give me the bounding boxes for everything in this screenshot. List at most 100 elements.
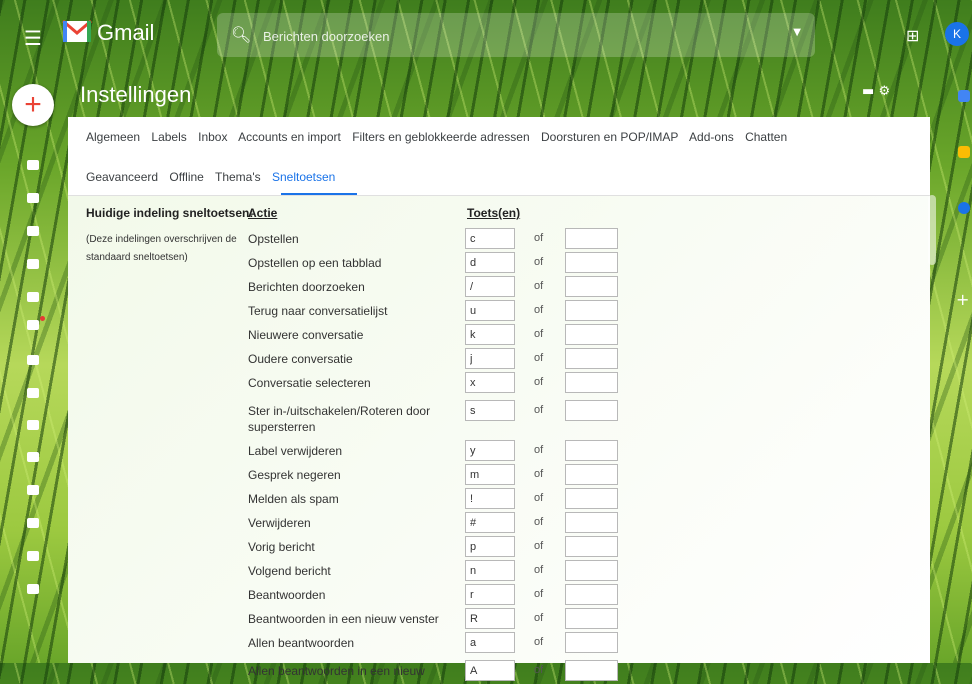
shortcut-alt-key-input[interactable] — [565, 464, 618, 485]
info-icon[interactable] — [27, 420, 39, 430]
search-input[interactable] — [261, 24, 765, 48]
tab-shortcuts[interactable]: Sneltoetsen — [272, 170, 335, 184]
shortcut-alt-key-input[interactable] — [565, 608, 618, 629]
tab-accounts-import[interactable]: Accounts en import — [238, 130, 341, 144]
shortcut-action-label: Opstellen op een tabblad — [248, 256, 382, 270]
shortcut-key-input[interactable] — [465, 632, 515, 653]
shortcut-action-label: Ster in-/uitschakelen/Roteren door super… — [248, 404, 431, 434]
shortcut-action-label: Volgend bericht — [248, 564, 331, 578]
shortcut-action-label: Label verwijderen — [248, 444, 343, 458]
shortcut-key-input[interactable] — [465, 488, 515, 509]
shortcut-key-input[interactable] — [465, 512, 515, 533]
label-icon[interactable] — [27, 355, 39, 365]
or-label: of — [534, 404, 544, 416]
tab-filters[interactable]: Filters en geblokkeerde adressen — [352, 130, 529, 144]
header-actions: ▬ ⚙ — [862, 84, 890, 99]
search-icon[interactable]: 🔍︎ — [231, 25, 251, 44]
star-icon[interactable] — [27, 193, 39, 203]
tab-offline[interactable]: Offline — [169, 170, 203, 184]
label-icon[interactable] — [27, 485, 39, 495]
shortcut-alt-key-input[interactable] — [565, 400, 618, 421]
chat-icon[interactable] — [27, 452, 39, 462]
tab-algemeen[interactable]: Algemeen — [86, 130, 140, 144]
shortcut-key-input[interactable] — [465, 660, 515, 681]
keep-icon[interactable] — [958, 146, 970, 158]
tab-themes[interactable]: Thema's — [215, 170, 261, 184]
settings-tabs-row-2: Geavanceerd Offline Thema's Sneltoetsen — [86, 170, 343, 184]
shortcut-alt-key-input[interactable] — [565, 372, 618, 393]
shortcut-alt-key-input[interactable] — [565, 348, 618, 369]
contacts-icon[interactable] — [27, 388, 39, 398]
inbox-icon[interactable] — [27, 160, 39, 170]
or-label: of — [534, 516, 544, 528]
label-icon[interactable] — [27, 551, 39, 561]
shortcut-action-label: Beantwoorden — [248, 588, 326, 602]
shortcut-alt-key-input[interactable] — [565, 584, 618, 605]
or-label: of — [534, 328, 544, 340]
tab-advanced[interactable]: Geavanceerd — [86, 170, 158, 184]
important-icon[interactable] — [27, 259, 39, 269]
shortcut-alt-key-input[interactable] — [565, 440, 618, 461]
shortcut-key-input[interactable] — [465, 400, 515, 421]
shortcut-alt-key-input[interactable] — [565, 536, 618, 557]
shortcut-alt-key-input[interactable] — [565, 276, 618, 297]
search-options-icon[interactable]: ▼ — [793, 27, 801, 38]
section-label: Huidige indeling sneltoetsen: — [86, 206, 254, 220]
shortcut-action-label: Vorig bericht — [248, 540, 315, 554]
shortcut-key-input[interactable] — [465, 276, 515, 297]
tab-forwarding[interactable]: Doorsturen en POP/IMAP — [541, 130, 678, 144]
shortcut-alt-key-input[interactable] — [565, 228, 618, 249]
shortcut-key-input[interactable] — [465, 372, 515, 393]
shortcut-row: Ster in-/uitschakelen/Roteren door super… — [68, 400, 930, 434]
label-icon[interactable] — [27, 518, 39, 528]
apps-grid-icon[interactable]: ⊞ — [906, 26, 919, 45]
calendar-icon[interactable] — [958, 90, 970, 102]
avatar[interactable]: K — [945, 22, 969, 46]
shortcut-key-input[interactable] — [465, 348, 515, 369]
shortcut-key-input[interactable] — [465, 536, 515, 557]
shortcut-alt-key-input[interactable] — [565, 560, 618, 581]
shortcut-alt-key-input[interactable] — [565, 300, 618, 321]
or-label: of — [534, 376, 544, 388]
tasks-icon[interactable] — [958, 202, 970, 214]
tab-chat[interactable]: Chatten — [745, 130, 787, 144]
main-menu-icon[interactable]: ☰ — [24, 26, 42, 50]
shortcut-row: Beantwoorden in een nieuw venster of — [68, 608, 930, 632]
shortcut-key-input[interactable] — [465, 252, 515, 273]
shortcut-key-input[interactable] — [465, 440, 515, 461]
tab-addons[interactable]: Add-ons — [689, 130, 734, 144]
top-bar: ☰ Gmail 🔍︎ ▼ ⊞ K — [0, 0, 972, 74]
shortcut-alt-key-input[interactable] — [565, 252, 618, 273]
settings-gear-icon[interactable]: ⚙ — [878, 84, 890, 99]
shortcut-alt-key-input[interactable] — [565, 488, 618, 509]
shortcut-row: Opstellen op een tabblad of — [68, 252, 930, 276]
shortcut-key-input[interactable] — [465, 300, 515, 321]
sent-icon[interactable] — [27, 292, 39, 302]
gmail-logo-icon[interactable] — [62, 18, 92, 44]
shortcut-alt-key-input[interactable] — [565, 632, 618, 653]
shortcut-alt-key-input[interactable] — [565, 324, 618, 345]
shortcut-key-input[interactable] — [465, 464, 515, 485]
page-title: Instellingen — [80, 82, 192, 107]
shortcut-key-input[interactable] — [465, 584, 515, 605]
shortcut-alt-key-input[interactable] — [565, 660, 618, 681]
add-addon-icon[interactable]: + — [956, 290, 969, 309]
drafts-icon[interactable] — [27, 320, 39, 330]
or-label: of — [534, 444, 544, 456]
or-label: of — [534, 564, 544, 576]
search-bar[interactable]: 🔍︎ ▼ — [217, 13, 815, 57]
tab-labels[interactable]: Labels — [151, 130, 186, 144]
label-icon[interactable] — [27, 584, 39, 594]
shortcut-key-input[interactable] — [465, 228, 515, 249]
tab-inbox[interactable]: Inbox — [198, 130, 227, 144]
shortcut-key-input[interactable] — [465, 324, 515, 345]
compose-button[interactable]: + — [12, 84, 54, 126]
shortcut-action-label: Nieuwere conversatie — [248, 328, 364, 342]
snoozed-icon[interactable] — [27, 226, 39, 236]
shortcut-alt-key-input[interactable] — [565, 512, 618, 533]
keyboard-icon[interactable]: ▬ — [862, 84, 874, 99]
scrollbar[interactable] — [928, 195, 936, 265]
shortcut-key-input[interactable] — [465, 560, 515, 581]
shortcut-key-input[interactable] — [465, 608, 515, 629]
or-label: of — [534, 636, 544, 648]
